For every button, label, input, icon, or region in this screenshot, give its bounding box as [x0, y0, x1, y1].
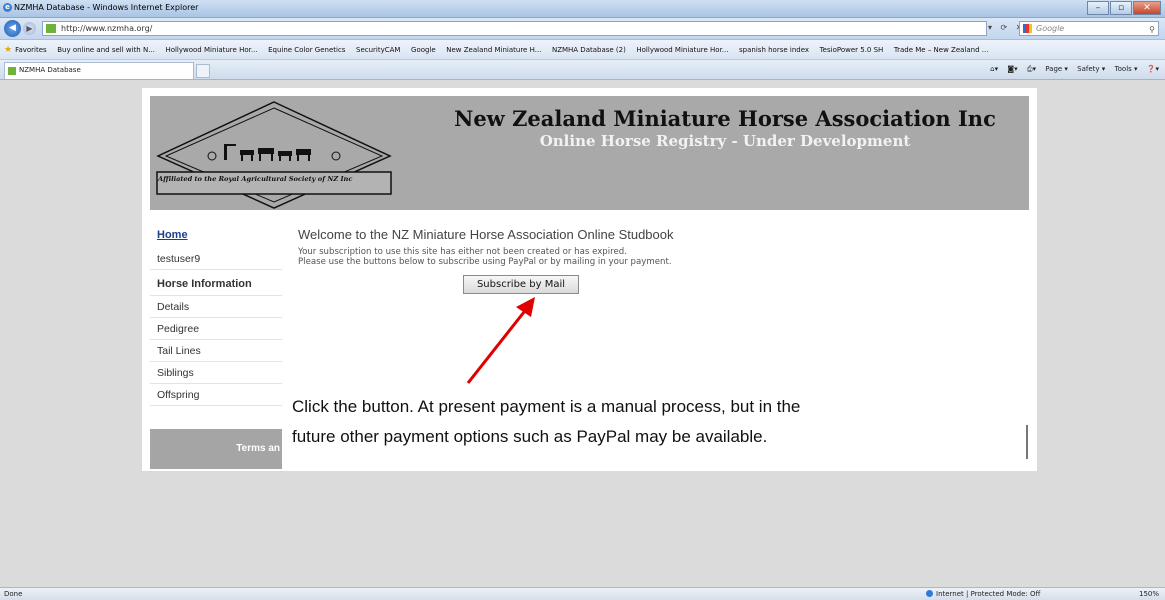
sidebar-home-link[interactable]: Home	[150, 224, 282, 248]
zoom-level[interactable]: 150%	[1139, 590, 1159, 598]
favorites-bar: ★ Favorites Buy online and sell with N...…	[0, 40, 1165, 60]
search-icon[interactable]: ⚲	[1149, 23, 1155, 36]
site-favicon-icon	[46, 24, 56, 33]
url-input[interactable]: http://www.nzmha.org/	[42, 21, 987, 36]
favorite-link[interactable]: spanish horse index	[739, 46, 809, 54]
address-bar: ◀ ▶ http://www.nzmha.org/ ▾ ⟳ ✕ Google ⚲	[0, 18, 1165, 40]
search-placeholder: Google	[1036, 24, 1065, 33]
tab-favicon-icon	[8, 67, 16, 75]
minimize-button[interactable]: –	[1087, 1, 1109, 15]
google-icon	[1023, 24, 1032, 33]
annotation-callout: Click the button. At present payment is …	[292, 392, 992, 452]
association-title: New Zealand Miniature Horse Association …	[454, 106, 996, 131]
tools-menu[interactable]: Tools ▾	[1115, 65, 1138, 73]
favorite-link[interactable]: Equine Color Genetics	[268, 46, 345, 54]
terms-link[interactable]: Terms an	[150, 429, 282, 469]
sidebar-username: testuser9	[150, 248, 282, 270]
favorite-link[interactable]: Google	[411, 46, 436, 54]
favorite-link[interactable]: Buy online and sell with N...	[57, 46, 155, 54]
association-subtitle: Online Horse Registry - Under Developmen…	[539, 132, 911, 150]
sidebar-item-pedigree[interactable]: Pedigree	[150, 318, 282, 340]
home-icon[interactable]: ⌂▾	[990, 65, 998, 73]
welcome-heading: Welcome to the NZ Miniature Horse Associ…	[298, 227, 674, 242]
feeds-icon[interactable]: ◙▾	[1007, 65, 1017, 73]
affiliation-text: Affiliated to the Royal Agricultural Soc…	[158, 175, 353, 183]
page-viewport[interactable]: Affiliated to the Royal Agricultural Soc…	[0, 80, 1165, 587]
search-input[interactable]: Google ⚲	[1019, 21, 1159, 36]
tab-nzmha[interactable]: NZMHA Database	[4, 62, 194, 79]
subscription-line-2: Please use the buttons below to subscrib…	[298, 257, 672, 267]
sidebar-item-siblings[interactable]: Siblings	[150, 362, 282, 384]
subscribe-by-mail-button[interactable]: Subscribe by Mail	[463, 275, 579, 294]
window-title: NZMHA Database - Windows Internet Explor…	[14, 3, 199, 12]
command-bar: ⌂▾ ◙▾ ⎙▾ Page ▾ Safety ▾ Tools ▾ ❓▾	[983, 65, 1159, 74]
favorite-link[interactable]: Trade Me – New Zealand ...	[894, 46, 989, 54]
new-tab-button[interactable]	[196, 64, 210, 78]
window-controls: – ▫ ✕	[1086, 1, 1161, 15]
ie-icon: e	[3, 3, 12, 12]
sidebar-item-offspring[interactable]: Offspring	[150, 384, 282, 406]
security-zone[interactable]: Internet | Protected Mode: Off	[926, 590, 1040, 598]
back-arrow-icon[interactable]: ◀	[4, 20, 21, 37]
status-bar: Done Internet | Protected Mode: Off 150%	[0, 587, 1165, 600]
subscription-line-1: Your subscription to use this site has e…	[298, 247, 627, 257]
favorite-link[interactable]: Hollywood Miniature Hor...	[636, 46, 728, 54]
sidebar-item-tail-lines[interactable]: Tail Lines	[150, 340, 282, 362]
favorite-link[interactable]: New Zealand Miniature H...	[446, 46, 541, 54]
status-text: Done	[4, 590, 23, 598]
association-logo	[156, 101, 392, 209]
forward-arrow-icon[interactable]: ▶	[23, 22, 36, 35]
text-cursor-line	[1026, 425, 1028, 459]
safety-menu[interactable]: Safety ▾	[1077, 65, 1105, 73]
favorite-link[interactable]: SecurityCAM	[356, 46, 400, 54]
subscription-message: Your subscription to use this site has e…	[298, 247, 672, 267]
maximize-button[interactable]: ▫	[1110, 1, 1132, 15]
close-button[interactable]: ✕	[1133, 1, 1161, 15]
favorites-button[interactable]: Favorites	[15, 46, 47, 54]
print-icon[interactable]: ⎙▾	[1027, 65, 1036, 73]
page-menu[interactable]: Page ▾	[1045, 65, 1068, 73]
window-titlebar: e NZMHA Database - Windows Internet Expl…	[0, 0, 1165, 18]
favorites-star-icon[interactable]: ★	[4, 45, 12, 55]
tab-bar: NZMHA Database ⌂▾ ◙▾ ⎙▾ Page ▾ Safety ▾ …	[0, 60, 1165, 80]
favorite-link[interactable]: Hollywood Miniature Hor...	[165, 46, 257, 54]
help-menu[interactable]: ❓▾	[1147, 65, 1159, 73]
url-text: http://www.nzmha.org/	[61, 24, 153, 33]
annotation-line-1: Click the button. At present payment is …	[292, 397, 801, 416]
tab-label: NZMHA Database	[19, 66, 81, 74]
sidebar: Home testuser9 Horse Information Details…	[150, 224, 282, 406]
annotation-line-2: future other payment options such as Pay…	[292, 427, 768, 446]
favorite-link[interactable]: NZMHA Database (2)	[552, 46, 626, 54]
header-banner: Affiliated to the Royal Agricultural Soc…	[150, 96, 1029, 210]
favorite-link[interactable]: TesioPower 5.0 SH	[820, 46, 884, 54]
sidebar-item-details[interactable]: Details	[150, 296, 282, 318]
page-content: Affiliated to the Royal Agricultural Soc…	[142, 88, 1037, 471]
sidebar-section-heading: Horse Information	[150, 270, 282, 296]
